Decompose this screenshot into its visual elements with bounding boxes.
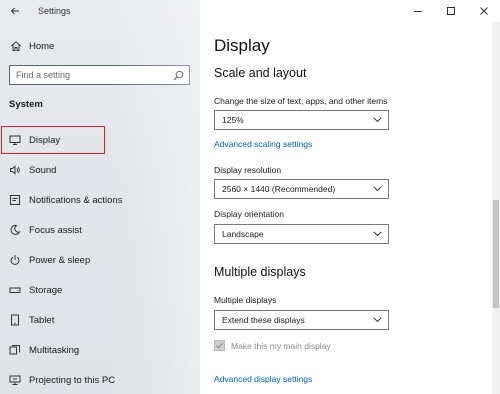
dropdown-value: Extend these displays [222, 315, 305, 325]
home-icon [9, 39, 23, 53]
page-title: Display [214, 36, 270, 55]
chevron-down-icon [372, 229, 382, 239]
multiple-displays-label: Multiple displays [214, 295, 277, 305]
back-arrow-icon [10, 7, 19, 15]
sidebar-nav: Display Sound Notifications & actions Fo… [0, 125, 200, 394]
sidebar-item-projecting[interactable]: Projecting to this PC [0, 365, 200, 394]
sidebar-item-tablet[interactable]: Tablet [0, 305, 200, 335]
section-label-system: System [9, 99, 43, 110]
chevron-down-icon [372, 184, 382, 194]
scrollbar[interactable] [492, 22, 500, 394]
search-box[interactable] [9, 65, 190, 85]
sidebar-item-notifications[interactable]: Notifications & actions [0, 185, 200, 215]
sidebar-item-display[interactable]: Display [0, 125, 200, 155]
orientation-dropdown[interactable]: Landscape [214, 224, 389, 244]
multiple-displays-dropdown[interactable]: Extend these displays [214, 310, 389, 330]
heading-scale-layout: Scale and layout [214, 66, 307, 80]
maximize-icon [446, 7, 455, 15]
dropdown-value: 125% [222, 115, 244, 125]
sidebar-item-storage[interactable]: Storage [0, 275, 200, 305]
sidebar-item-label: Sound [29, 164, 57, 176]
speaker-icon [8, 163, 22, 177]
notification-icon [8, 193, 22, 207]
close-button[interactable] [467, 0, 500, 22]
minimize-icon [413, 11, 422, 12]
text-size-label: Change the size of text, apps, and other… [214, 96, 388, 106]
heading-multiple-displays: Multiple displays [214, 265, 306, 279]
window-controls [401, 0, 500, 22]
sidebar-item-label: Display [29, 134, 61, 146]
sidebar-item-label: Notifications & actions [29, 194, 123, 206]
power-icon [8, 253, 22, 267]
advanced-display-link[interactable]: Advanced display settings [214, 374, 312, 384]
monitor-icon [8, 133, 22, 147]
dropdown-value: Landscape [222, 229, 264, 239]
main-display-checkbox[interactable] [214, 340, 225, 351]
chevron-down-icon [372, 115, 382, 125]
sidebar-item-sound[interactable]: Sound [0, 155, 200, 185]
search-icon[interactable] [171, 68, 185, 82]
app-title: Settings [38, 6, 71, 16]
advanced-scaling-link[interactable]: Advanced scaling settings [214, 139, 312, 149]
sidebar-item-label: Storage [29, 284, 63, 296]
sidebar-item-power-sleep[interactable]: Power & sleep [0, 245, 200, 275]
sidebar-item-multitasking[interactable]: Multitasking [0, 335, 200, 365]
moon-icon [8, 223, 22, 237]
scrollbar-thumb[interactable] [493, 200, 499, 308]
maximize-button[interactable] [434, 0, 467, 22]
main-display-checkbox-label: Make this my main display [231, 340, 331, 351]
drive-icon [8, 283, 22, 297]
tablet-icon [8, 313, 22, 327]
resolution-label: Display resolution [214, 165, 282, 175]
main-content: Display Scale and layout Change the size… [200, 0, 500, 394]
resolution-dropdown[interactable]: 2560 × 1440 (Recommended) [214, 179, 389, 199]
sidebar-item-label: Tablet [29, 314, 55, 326]
sidebar-item-focus-assist[interactable]: Focus assist [0, 215, 200, 245]
minimize-button[interactable] [401, 0, 434, 22]
multitasking-icon [8, 343, 22, 357]
home-label: Home [29, 40, 55, 52]
back-button[interactable] [4, 0, 26, 22]
sidebar-item-label: Multitasking [29, 344, 80, 356]
dropdown-value: 2560 × 1440 (Recommended) [222, 184, 336, 194]
main-display-option: Make this my main display [214, 340, 331, 351]
projector-icon [8, 373, 22, 387]
sidebar-item-label: Power & sleep [29, 254, 91, 266]
sidebar-item-label: Focus assist [29, 224, 82, 236]
title-bar: Settings [0, 0, 200, 22]
close-icon [479, 7, 488, 15]
home-nav-item[interactable]: Home [0, 36, 200, 56]
orientation-label: Display orientation [214, 209, 284, 219]
chevron-down-icon [372, 315, 382, 325]
text-size-dropdown[interactable]: 125% [214, 110, 389, 130]
search-input[interactable] [10, 67, 171, 83]
sidebar-item-label: Projecting to this PC [29, 374, 116, 386]
checkmark-icon [216, 342, 224, 349]
sidebar: Settings Home System Displa [0, 0, 200, 394]
